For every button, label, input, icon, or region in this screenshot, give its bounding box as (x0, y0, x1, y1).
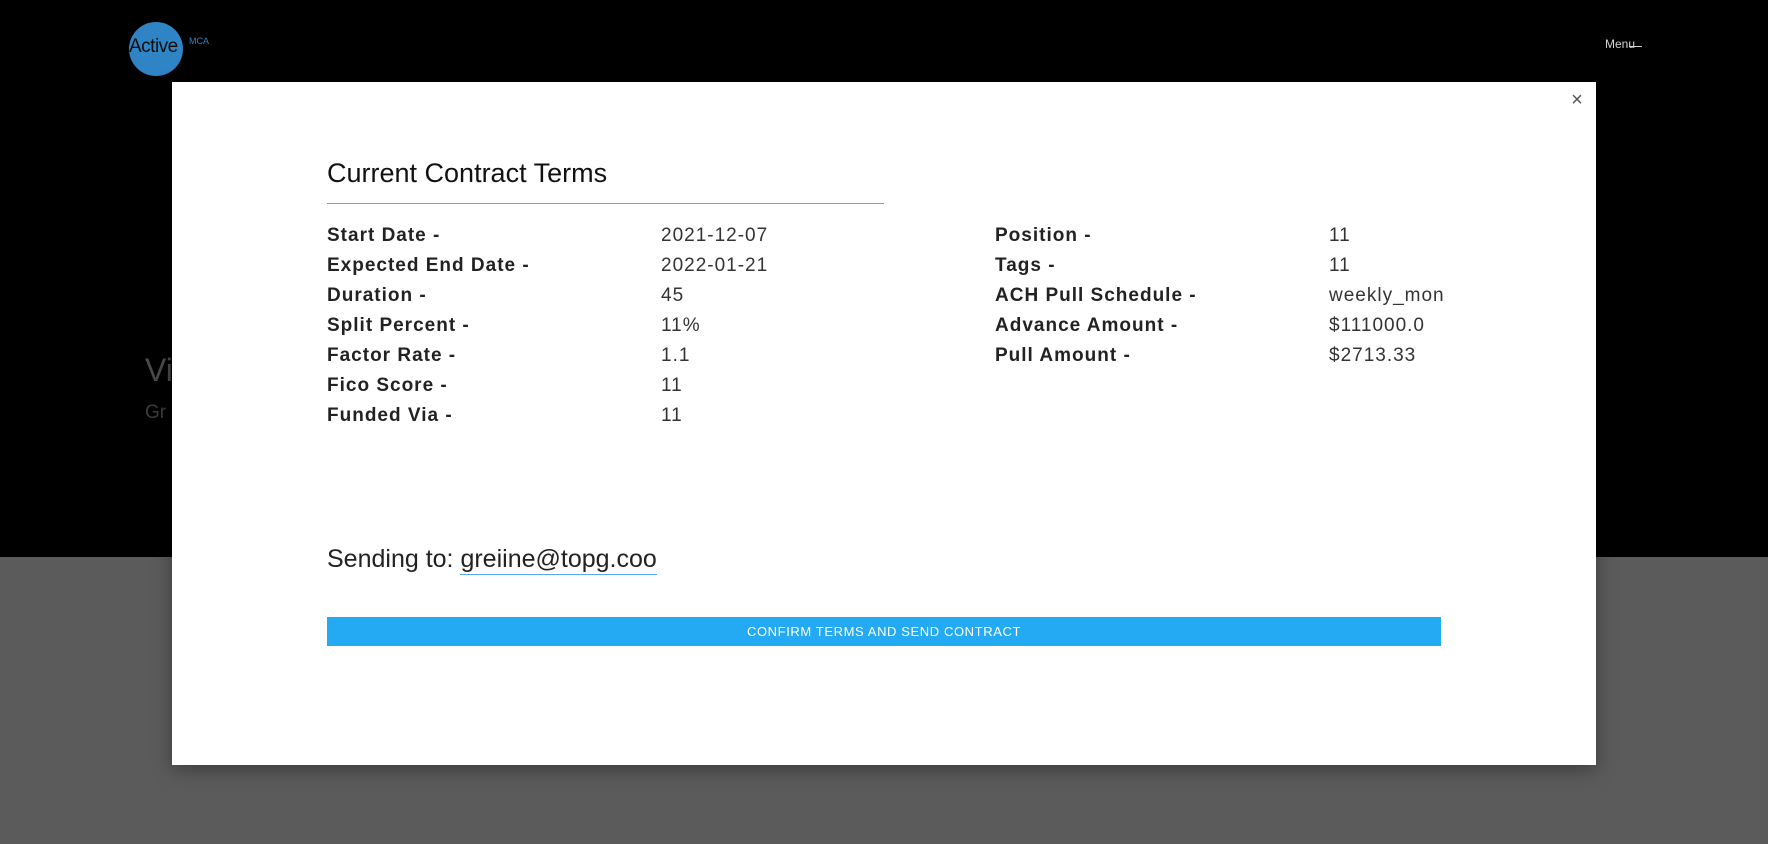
term-value: 11 (661, 375, 683, 396)
term-label: Duration - (327, 285, 427, 306)
term-label: Expected End Date - (327, 255, 530, 276)
term-label: Advance Amount - (995, 315, 1179, 336)
term-value: 11% (661, 315, 701, 336)
term-value: $2713.33 (1329, 345, 1417, 366)
term-label: Funded Via - (327, 405, 453, 426)
term-label: Factor Rate - (327, 345, 457, 366)
term-value: 2021-12-07 (661, 225, 769, 246)
term-value: 11 (661, 405, 683, 426)
term-label: Fico Score - (327, 375, 448, 396)
term-value: 2022-01-21 (661, 255, 769, 276)
term-value: 11 (1329, 255, 1351, 276)
term-label: Position - (995, 225, 1092, 246)
term-label: ACH Pull Schedule - (995, 285, 1197, 306)
term-label: Tags - (995, 255, 1056, 276)
modal-title: Current Contract Terms (327, 158, 608, 188)
term-value: weekly_mon (1329, 285, 1445, 306)
contract-terms-modal: × Current Contract Terms Start Date - 20… (172, 82, 1596, 765)
title-divider (327, 203, 884, 204)
close-icon[interactable]: × (1565, 88, 1589, 112)
term-value: 11 (1329, 225, 1351, 246)
confirm-send-contract-button[interactable]: CONFIRM TERMS AND SEND CONTRACT (327, 617, 1441, 646)
sending-to-line: Sending to: greiine@topg.coo (327, 545, 657, 575)
sending-to-label: Sending to: (327, 545, 454, 573)
term-value: 1.1 (661, 345, 691, 366)
term-label: Split Percent - (327, 315, 470, 336)
term-label: Pull Amount - (995, 345, 1131, 366)
recipient-email[interactable]: greiine@topg.coo (460, 545, 657, 575)
term-label: Start Date - (327, 225, 441, 246)
term-value: 45 (661, 285, 685, 306)
term-value: $111000.0 (1329, 315, 1425, 336)
